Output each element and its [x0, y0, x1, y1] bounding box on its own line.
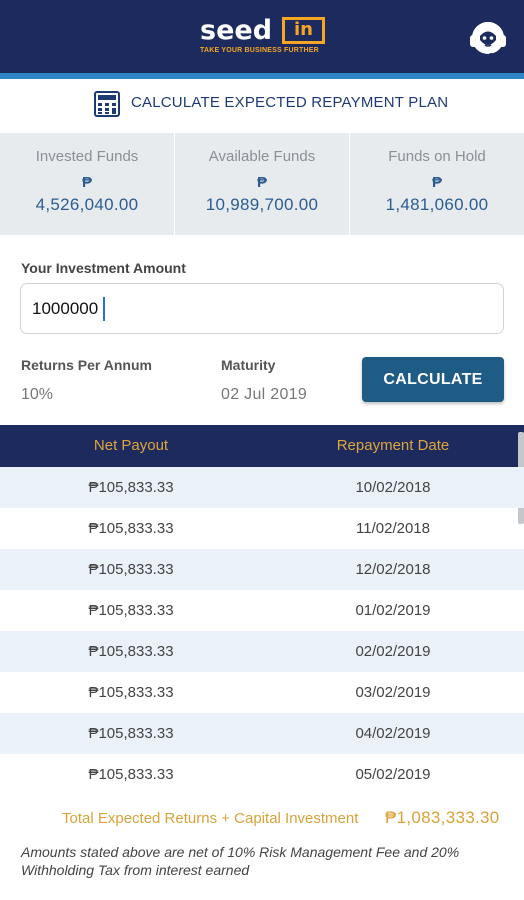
peso-sign: ₱ — [431, 174, 442, 191]
invested-funds: Invested Funds ₱ 4,526,040.00 — [0, 133, 174, 235]
fund-label: Invested Funds — [35, 148, 139, 165]
net-payout-cell: ₱105,833.33 — [88, 725, 174, 742]
support-agent-icon[interactable] — [466, 16, 510, 60]
table-header: Net Payout Repayment Date — [0, 425, 524, 467]
repayment-date-cell: 12/02/2018 — [355, 561, 431, 578]
fund-value: 10,989,700.00 — [205, 195, 319, 214]
calculate-button[interactable]: CALCULATE — [362, 357, 504, 402]
fee-disclaimer-note: Amounts stated above are net of 10% Risk… — [21, 844, 460, 878]
app-header: seed in TAKE YOUR BUSINESS FURTHER — [0, 0, 524, 73]
table-row: ₱105,833.33 05/02/2019 — [0, 754, 524, 795]
table-row: ₱105,833.33 10/02/2018 — [0, 467, 524, 508]
calculator-icon — [94, 91, 120, 117]
net-payout-cell: ₱105,833.33 — [88, 766, 174, 783]
fund-value: 4,526,040.00 — [35, 195, 139, 214]
net-payout-cell: ₱105,833.33 — [88, 602, 174, 619]
repayment-date-cell: 02/02/2019 — [355, 643, 431, 660]
maturity-value: 02 Jul 2019 — [221, 386, 308, 403]
calculate-plan-title[interactable]: CALCULATE EXPECTED REPAYMENT PLAN — [131, 94, 448, 111]
repayment-date-cell: 04/02/2019 — [355, 725, 431, 742]
table-row: ₱105,833.33 04/02/2019 — [0, 713, 524, 754]
table-row: ₱105,833.33 02/02/2019 — [0, 631, 524, 672]
total-returns-value: ₱1,083,333.30 — [385, 808, 500, 827]
table-row: ₱105,833.33 03/02/2019 — [0, 672, 524, 713]
logo-in-badge: in — [282, 17, 325, 44]
net-payout-cell: ₱105,833.33 — [88, 479, 174, 496]
returns-per-annum-value: 10% — [21, 386, 54, 403]
table-row: ₱105,833.33 12/02/2018 — [0, 549, 524, 590]
repayment-date-cell: 05/02/2019 — [355, 766, 431, 783]
returns-per-annum-label: Returns Per Annum — [21, 357, 152, 373]
maturity-label: Maturity — [221, 357, 276, 373]
investment-amount-input[interactable] — [20, 283, 504, 334]
repayment-date-cell: 10/02/2018 — [355, 479, 431, 496]
seedin-logo: seed in TAKE YOUR BUSINESS FURTHER — [200, 14, 330, 60]
fund-label: Funds on Hold — [388, 148, 486, 165]
net-payout-cell: ₱105,833.33 — [88, 643, 174, 660]
net-payout-cell: ₱105,833.33 — [88, 561, 174, 578]
logo-tagline: TAKE YOUR BUSINESS FURTHER — [200, 47, 319, 54]
repayment-date-cell: 03/02/2019 — [355, 684, 431, 701]
investment-amount-label: Your Investment Amount — [21, 260, 186, 276]
table-row: ₱105,833.33 11/02/2018 — [0, 508, 524, 549]
net-payout-cell: ₱105,833.33 — [88, 520, 174, 537]
column-header-repayment-date: Repayment Date — [336, 437, 450, 454]
text-caret — [103, 297, 105, 321]
fund-value: 1,481,060.00 — [385, 195, 489, 214]
peso-sign: ₱ — [256, 174, 267, 191]
available-funds: Available Funds ₱ 10,989,700.00 — [175, 133, 349, 235]
repayment-date-cell: 11/02/2018 — [356, 520, 430, 537]
repayment-date-cell: 01/02/2019 — [355, 602, 431, 619]
fund-label: Available Funds — [208, 148, 316, 165]
logo-word: seed — [200, 15, 273, 46]
column-header-net-payout: Net Payout — [93, 437, 169, 454]
total-returns-label: Total Expected Returns + Capital Investm… — [62, 810, 359, 827]
table-row: ₱105,833.33 01/02/2019 — [0, 590, 524, 631]
peso-sign: ₱ — [81, 174, 92, 191]
net-payout-cell: ₱105,833.33 — [88, 684, 174, 701]
funds-on-hold: Funds on Hold ₱ 1,481,060.00 — [350, 133, 524, 235]
